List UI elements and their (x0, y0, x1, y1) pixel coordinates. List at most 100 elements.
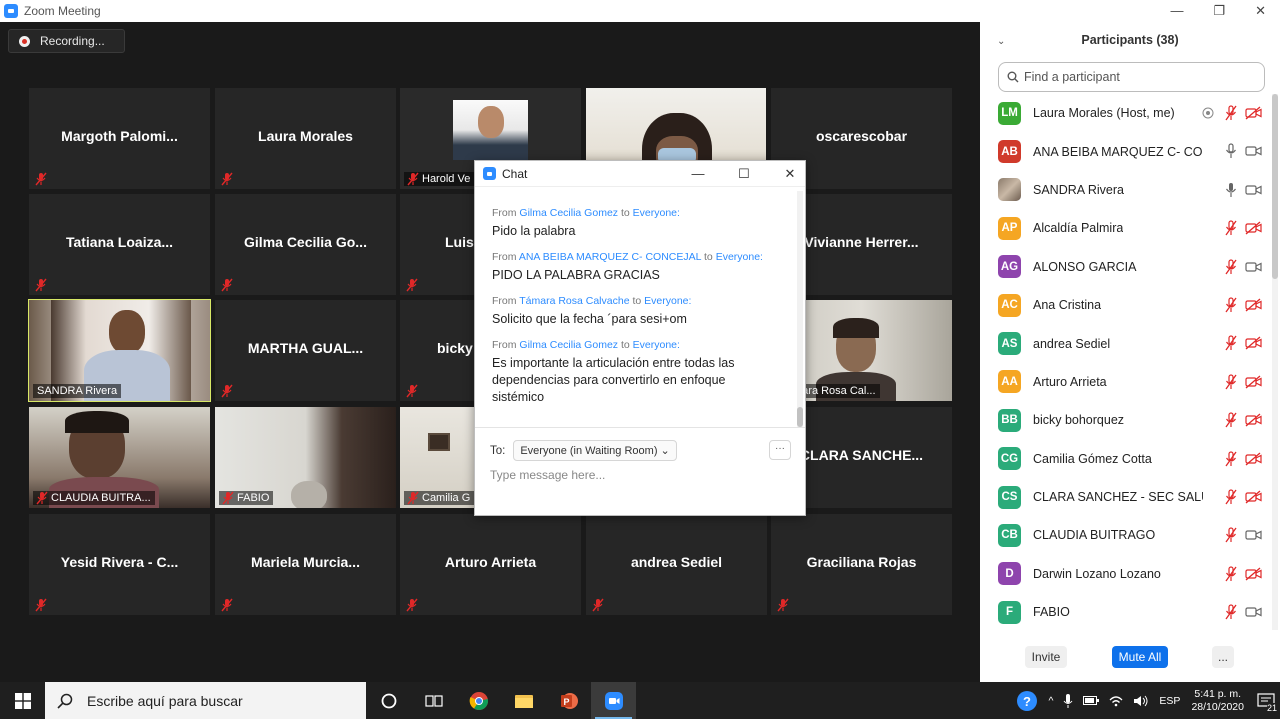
chat-sender[interactable]: Gilma Cecilia Gomez (519, 339, 618, 351)
mute-all-button[interactable]: Mute All (1112, 646, 1168, 668)
participant-row[interactable]: CS CLARA SANCHEZ - SEC SALUD (980, 478, 1270, 516)
wifi-icon[interactable] (1109, 695, 1123, 707)
chat-more-button[interactable]: ··· (769, 440, 791, 460)
camera-off-icon[interactable] (1245, 412, 1262, 428)
participant-row[interactable]: AS andrea Sediel (980, 324, 1270, 362)
minimize-icon[interactable]: — (1170, 3, 1183, 19)
more-options-button[interactable]: ... (1212, 646, 1234, 668)
participant-search-input[interactable]: Find a participant (998, 62, 1265, 92)
minimize-icon[interactable]: — (691, 166, 705, 182)
search-icon (57, 693, 73, 709)
mic-icon[interactable] (1222, 143, 1239, 159)
participant-row[interactable]: CG Camilia Gómez Cotta (980, 440, 1270, 478)
video-tile[interactable]: Margoth Palomi... (29, 88, 210, 189)
video-tile[interactable]: CLAUDIA BUITRA... (29, 407, 210, 508)
video-tile[interactable]: FABIO (215, 407, 396, 508)
chat-messages[interactable]: From Gilma Cecilia Gomez to Everyone: Pid… (475, 187, 793, 427)
chat-sender[interactable]: ANA BEIBA MARQUEZ C- CONCEJAL (519, 251, 701, 263)
participant-row[interactable]: CB CLAUDIA BUITRAGO (980, 516, 1270, 554)
language-indicator[interactable]: ESP (1159, 695, 1180, 707)
chat-scrollbar[interactable] (797, 191, 803, 427)
invite-button[interactable]: Invite (1025, 646, 1067, 668)
avatar: BB (998, 408, 1021, 432)
chevron-up-icon[interactable]: ^ (1048, 695, 1053, 707)
participant-row[interactable]: AB ANA BEIBA MARQUEZ C- CONC... (980, 132, 1270, 170)
zoom-taskbar-icon[interactable] (591, 682, 636, 719)
camera-off-icon[interactable] (1245, 451, 1262, 467)
mic-muted-icon[interactable] (1222, 604, 1239, 620)
chat-sender[interactable]: Támara Rosa Calvache (519, 295, 629, 307)
video-tile[interactable]: Laura Morales (215, 88, 396, 189)
participant-row[interactable]: AG ALONSO GARCIA (980, 248, 1270, 286)
battery-icon[interactable] (1083, 696, 1100, 705)
video-tile[interactable]: Gilma Cecilia Go... (215, 194, 396, 295)
chat-message-input[interactable]: Type message here... (490, 468, 790, 482)
powerpoint-icon[interactable]: P (546, 682, 591, 719)
taskbar-search-input[interactable]: Escribe aquí para buscar (45, 682, 366, 719)
mic-muted-icon[interactable] (1222, 374, 1239, 390)
mic-icon[interactable] (1222, 182, 1239, 198)
participant-scrollbar[interactable] (1272, 94, 1278, 630)
video-tile[interactable]: MARTHA GUAL... (215, 300, 396, 401)
task-view-icon[interactable] (411, 682, 456, 719)
avatar: AP (998, 216, 1021, 240)
video-tile[interactable]: Tatiana Loaiza... (29, 194, 210, 295)
camera-icon[interactable] (1245, 527, 1262, 543)
participant-row[interactable]: F FABIO (980, 593, 1270, 631)
video-tile[interactable]: Mariela Murcia... (215, 514, 396, 615)
video-tile[interactable]: andrea Sediel (586, 514, 767, 615)
participant-row[interactable]: SANDRA Rivera (980, 171, 1270, 209)
camera-off-icon[interactable] (1245, 220, 1262, 236)
maximize-icon[interactable]: ☐ (737, 166, 751, 182)
mic-muted-icon[interactable] (1222, 566, 1239, 582)
volume-icon[interactable] (1133, 695, 1149, 707)
mic-muted-icon[interactable] (1222, 412, 1239, 428)
mic-muted-icon[interactable] (1222, 220, 1239, 236)
mic-muted-icon[interactable] (1222, 258, 1239, 275)
zoom-logo-icon (483, 167, 496, 180)
video-tile[interactable]: SANDRA Rivera (28, 299, 211, 402)
notifications-icon[interactable]: 21 (1252, 682, 1280, 719)
participant-row[interactable]: D Darwin Lozano Lozano (980, 555, 1270, 593)
avatar (998, 178, 1021, 202)
participant-row[interactable]: AP Alcaldía Palmira (980, 209, 1270, 247)
restore-icon[interactable]: ❐ (1213, 3, 1225, 19)
mic-muted-icon[interactable] (1222, 105, 1239, 121)
cortana-icon[interactable] (366, 682, 411, 719)
chrome-icon[interactable] (456, 682, 501, 719)
recipient-dropdown[interactable]: Everyone (in Waiting Room) ⌄ (513, 440, 677, 461)
close-icon[interactable]: ✕ (1255, 3, 1266, 19)
microphone-icon[interactable] (1063, 693, 1073, 708)
help-icon[interactable]: ? (1016, 690, 1038, 712)
camera-off-icon[interactable] (1245, 489, 1262, 505)
camera-icon[interactable] (1245, 143, 1262, 159)
camera-off-icon[interactable] (1245, 335, 1262, 351)
mic-muted-icon[interactable] (1222, 527, 1239, 543)
participant-row[interactable]: AA Arturo Arrieta (980, 363, 1270, 401)
video-tile[interactable]: Arturo Arrieta (400, 514, 581, 615)
camera-icon[interactable] (1245, 259, 1262, 275)
mic-muted-icon[interactable] (1222, 450, 1239, 467)
participant-row[interactable]: LM Laura Morales (Host, me) (980, 94, 1270, 132)
windows-start-icon[interactable] (0, 682, 45, 719)
camera-off-icon[interactable] (1245, 566, 1262, 582)
clock[interactable]: 5:41 p. m. 28/10/2020 (1191, 688, 1244, 714)
camera-icon[interactable] (1245, 182, 1262, 198)
file-explorer-icon[interactable] (501, 682, 546, 719)
mic-muted-icon[interactable] (1222, 489, 1239, 505)
camera-icon[interactable] (1245, 604, 1262, 620)
chat-sender[interactable]: Gilma Cecilia Gomez (519, 207, 618, 219)
camera-off-icon[interactable] (1245, 105, 1262, 121)
participant-row[interactable]: BB bicky bohorquez (980, 401, 1270, 439)
mic-muted-icon[interactable] (1222, 297, 1239, 313)
camera-off-icon[interactable] (1245, 297, 1262, 313)
video-tile[interactable]: Yesid Rivera - C... (29, 514, 210, 615)
participant-name: MARTHA GUAL... (247, 340, 364, 356)
avatar: AS (998, 332, 1021, 356)
recording-indicator[interactable]: Recording... (8, 29, 125, 53)
video-tile[interactable]: Graciliana Rojas (771, 514, 952, 615)
camera-off-icon[interactable] (1245, 374, 1262, 390)
close-icon[interactable]: ✕ (783, 166, 797, 182)
mic-muted-icon[interactable] (1222, 335, 1239, 351)
participant-row[interactable]: AC Ana Cristina (980, 286, 1270, 324)
